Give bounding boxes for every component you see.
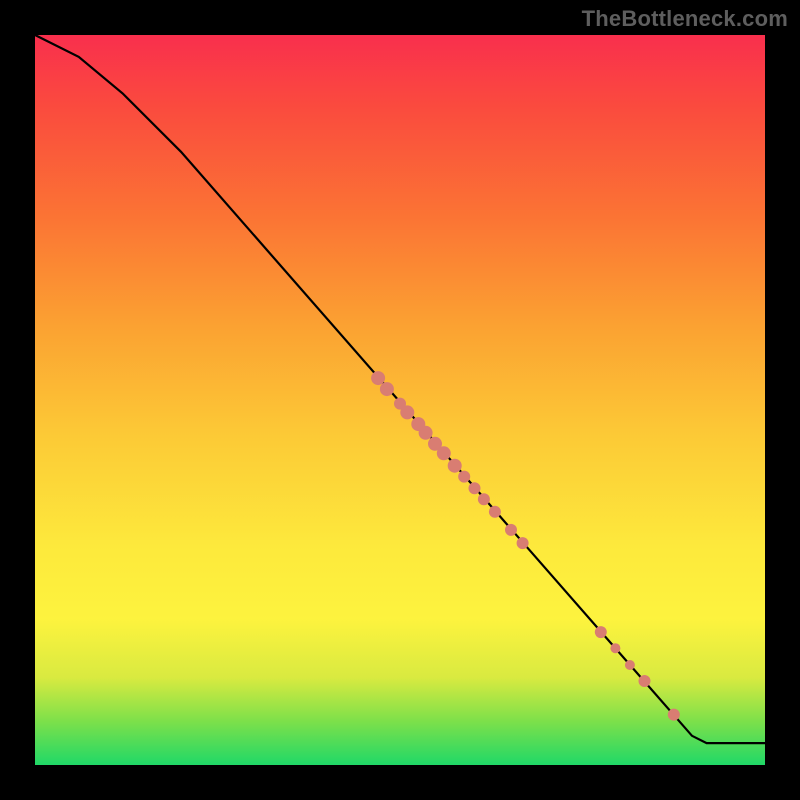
data-point — [437, 446, 451, 460]
data-point — [400, 405, 414, 419]
data-point — [371, 371, 385, 385]
data-point — [668, 709, 680, 721]
data-point — [610, 643, 620, 653]
data-point — [448, 459, 462, 473]
watermark-text: TheBottleneck.com — [582, 6, 788, 32]
chart-frame: TheBottleneck.com — [0, 0, 800, 800]
data-point — [517, 537, 529, 549]
plot-area — [35, 35, 765, 765]
data-point — [469, 482, 481, 494]
data-point — [478, 493, 490, 505]
data-point — [595, 626, 607, 638]
chart-svg — [35, 35, 765, 765]
data-point — [639, 675, 651, 687]
curve-path — [35, 35, 765, 743]
data-points — [371, 371, 680, 720]
data-point — [505, 524, 517, 536]
data-point — [489, 506, 501, 518]
data-point — [625, 660, 635, 670]
data-point — [458, 471, 470, 483]
data-point — [380, 382, 394, 396]
line-curve — [35, 35, 765, 743]
data-point — [419, 426, 433, 440]
